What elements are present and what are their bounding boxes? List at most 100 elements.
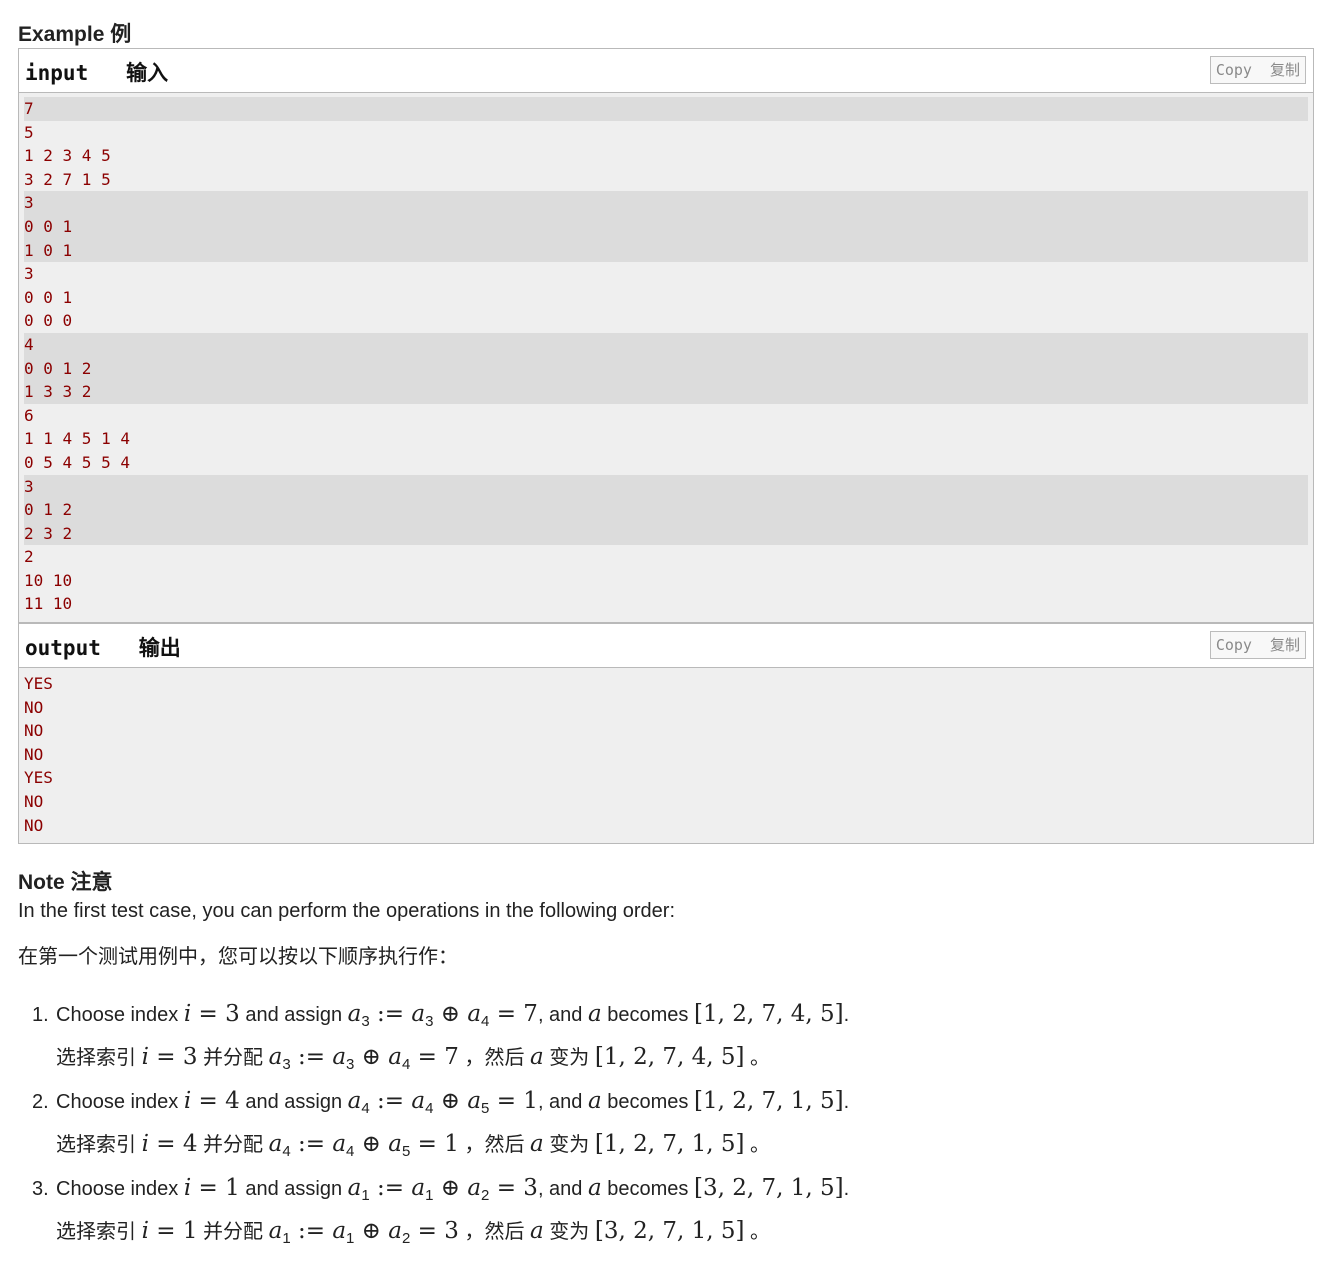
math-array: [1, 2, 7, 1, 5] [594, 1131, 745, 1157]
math-var-a: a [388, 1218, 402, 1244]
math-subscript: 1 [282, 1230, 291, 1247]
math-result: 3 [444, 1218, 459, 1244]
operation-item-zh: 选择索引 i = 4 并分配 a4 := a4 ⊕ a5 = 1 ，然后 a 变… [32, 1123, 849, 1166]
input-line: 10 10 [24, 570, 73, 590]
math-var-a: a [268, 1131, 283, 1157]
output-line: NO [24, 744, 44, 764]
item-text: ，然后 [458, 1134, 531, 1156]
item-text: , and [537, 1091, 588, 1113]
input-line: 0 0 1 [24, 214, 1308, 239]
copy-input-button[interactable]: Copy 复制 [1209, 56, 1306, 84]
item-text: 选择索引 [56, 1047, 142, 1069]
item-text: , and [537, 1178, 588, 1200]
input-line: 0 0 1 2 [24, 356, 1308, 381]
math-var-a: a [347, 1088, 362, 1114]
math-subscript: 4 [361, 1100, 370, 1117]
item-text: 并分配 [197, 1134, 269, 1156]
math-op: := [369, 1001, 412, 1027]
input-line: 11 10 [24, 594, 73, 614]
input-line: 2 [24, 547, 34, 567]
math-var-a: a [587, 1088, 602, 1114]
note-title: Note 注意 [18, 871, 113, 894]
input-line: 0 0 1 [24, 287, 73, 307]
item-text: . [843, 1178, 850, 1200]
math-op: ⊕ [354, 1131, 389, 1157]
math-var-a: a [587, 1175, 602, 1201]
operation-item-en: 3. Choose index i = 1 and assign a1 := a1… [32, 1166, 849, 1210]
note-intro-zh: 在第一个测试用例中，您可以按以下顺序执行作： [18, 946, 458, 968]
item-number: 2. [32, 1091, 49, 1113]
output-header: output 输出 Copy 复制 [19, 624, 1313, 668]
math-var-i: i [141, 1044, 149, 1070]
math-index: 3 [225, 1001, 240, 1027]
input-line: 3 2 7 1 5 [24, 169, 111, 189]
math-var-a: a [467, 1001, 482, 1027]
operations-list: 1. Choose index i = 3 and assign a3 := a3… [32, 992, 849, 1253]
output-box: output 输出 Copy 复制 YES NO NO NO YES NO NO [18, 623, 1314, 845]
item-text: becomes [601, 1091, 694, 1113]
math-op: ⊕ [433, 1001, 468, 1027]
math-op: = [489, 1088, 524, 1114]
math-var-a: a [530, 1218, 544, 1244]
math-op: = [148, 1131, 183, 1157]
operation-item-zh: 选择索引 i = 3 并分配 a3 := a3 ⊕ a4 = 7 ，然后 a 变… [32, 1036, 849, 1079]
math-var-a: a [332, 1044, 347, 1070]
input-line: 1 3 3 2 [24, 380, 1308, 404]
math-var-a: a [530, 1131, 544, 1157]
math-op: = [191, 1088, 226, 1114]
math-op: = [410, 1218, 445, 1244]
item-text: 选择索引 [56, 1221, 142, 1243]
math-op: ⊕ [433, 1175, 468, 1201]
input-lines: 751 2 3 4 53 2 7 1 530 0 11 0 130 0 10 0… [19, 93, 1313, 622]
output-line: YES [24, 674, 53, 693]
math-array: [1, 2, 7, 4, 5] [693, 1001, 844, 1027]
input-line: 1 1 4 5 1 4 [24, 429, 130, 449]
input-line: 0 0 0 [24, 311, 73, 331]
math-var-i: i [141, 1218, 149, 1244]
example-title: Example 例 [18, 23, 132, 46]
input-line: 3 [24, 474, 1308, 499]
math-op: = [489, 1175, 524, 1201]
math-index: 4 [225, 1088, 240, 1114]
math-op: ⊕ [354, 1044, 389, 1070]
math-var-a: a [530, 1044, 544, 1070]
math-op: = [148, 1218, 183, 1244]
item-number: 1. [32, 1004, 49, 1026]
math-var-a: a [411, 1088, 426, 1114]
math-var-a: a [411, 1175, 426, 1201]
input-line: 0 5 4 5 5 4 [24, 452, 130, 472]
math-var-a: a [388, 1044, 402, 1070]
math-var-a: a [268, 1218, 283, 1244]
item-text: 变为 [543, 1134, 595, 1156]
item-text: 选择索引 [56, 1134, 142, 1156]
output-line: NO [24, 721, 44, 741]
math-result: 7 [444, 1044, 459, 1070]
math-subscript: 1 [361, 1187, 370, 1204]
item-text: becomes [601, 1178, 694, 1200]
item-text: 。 [744, 1047, 771, 1069]
input-line: 5 [24, 122, 34, 142]
math-op: = [191, 1175, 226, 1201]
math-op: := [369, 1175, 412, 1201]
math-result: 1 [523, 1088, 538, 1114]
math-var-a: a [467, 1088, 482, 1114]
math-result: 7 [523, 1001, 538, 1027]
copy-output-button[interactable]: Copy 复制 [1209, 631, 1306, 659]
input-line: 6 [24, 405, 34, 425]
input-line: 3 [24, 191, 1308, 215]
input-line: 3 [24, 264, 34, 284]
note-intro-en: In the first test case, you can perform … [18, 900, 676, 922]
item-text: Choose index [56, 1004, 184, 1026]
math-array: [1, 2, 7, 1, 5] [693, 1088, 844, 1114]
math-op: = [410, 1044, 445, 1070]
item-text: and assign [239, 1004, 348, 1026]
math-var-a: a [347, 1001, 362, 1027]
output-line: NO [24, 697, 44, 717]
item-text: 并分配 [197, 1221, 269, 1243]
input-line: 4 [24, 332, 1308, 357]
item-text: Choose index [56, 1178, 184, 1200]
item-text: 。 [744, 1134, 771, 1156]
input-header: input 输入 Copy 复制 [19, 49, 1313, 93]
math-var-a: a [332, 1218, 347, 1244]
math-index: 1 [182, 1218, 198, 1244]
